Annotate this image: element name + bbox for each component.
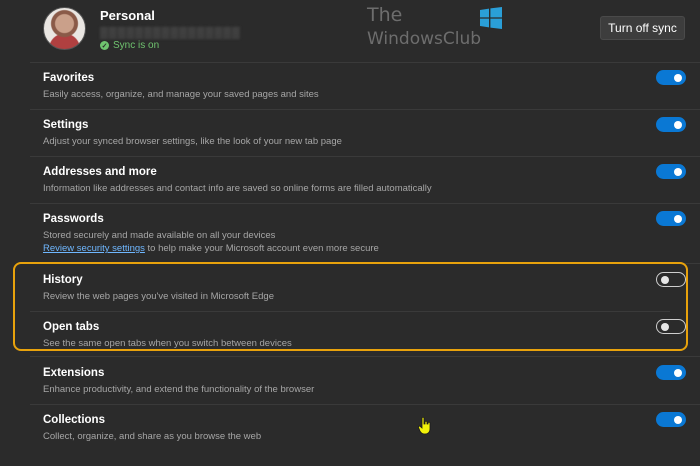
toggle-knob [674, 120, 682, 129]
row-description: Enhance productivity, and extend the fun… [43, 384, 315, 395]
favorites-toggle[interactable] [656, 70, 686, 85]
turn-off-sync-button[interactable]: Turn off sync [600, 16, 685, 40]
toggle-knob [661, 275, 669, 284]
divider [30, 311, 670, 312]
link-suffix-text: to help make your Microsoft account even… [144, 243, 379, 254]
passwords-toggle[interactable] [656, 211, 686, 226]
hand-pointer-icon [418, 417, 431, 435]
divider [30, 109, 700, 110]
divider [30, 356, 700, 357]
toggle-knob [674, 368, 682, 377]
watermark-line1: The [367, 4, 403, 26]
open-tabs-toggle[interactable] [656, 319, 686, 334]
settings-toggle[interactable] [656, 117, 686, 132]
watermark-line2: WindowsClub [367, 29, 482, 49]
check-circle-icon: ✓ [100, 41, 109, 50]
divider [30, 203, 700, 204]
toggle-knob [674, 214, 682, 223]
row-description-line2: Review security settings to help make yo… [43, 243, 379, 254]
addresses-toggle[interactable] [656, 164, 686, 179]
row-description: Information like addresses and contact i… [43, 183, 432, 194]
row-description: See the same open tabs when you switch b… [43, 338, 292, 349]
row-title: History [43, 274, 83, 286]
row-title: Extensions [43, 367, 105, 379]
profile-email: ▒▒▒▒▒▒▒▒▒▒▒▒▒▒▒▒ [100, 27, 241, 39]
row-title: Open tabs [43, 321, 100, 333]
row-title: Settings [43, 119, 89, 131]
toggle-knob [674, 167, 682, 176]
windows-logo-icon [480, 7, 502, 29]
toggle-knob [661, 322, 669, 331]
row-description: Collect, organize, and share as you brow… [43, 431, 262, 442]
sync-status-label: Sync is on [113, 40, 160, 51]
row-description: Stored securely and made available on al… [43, 230, 276, 241]
watermark: The WindowsClub [367, 4, 507, 52]
row-title: Addresses and more [43, 166, 157, 178]
row-description: Review the web pages you've visited in M… [43, 291, 274, 302]
extensions-toggle[interactable] [656, 365, 686, 380]
row-description: Easily access, organize, and manage your… [43, 89, 319, 100]
row-title: Collections [43, 414, 105, 426]
divider [30, 62, 700, 63]
toggle-knob [674, 415, 682, 424]
toggle-knob [674, 73, 682, 82]
history-toggle[interactable] [656, 272, 686, 287]
collections-toggle[interactable] [656, 412, 686, 427]
profile-header: Personal ▒▒▒▒▒▒▒▒▒▒▒▒▒▒▒▒ ✓ Sync is on [43, 7, 603, 55]
review-security-settings-link[interactable]: Review security settings [43, 243, 145, 254]
divider [30, 404, 700, 405]
row-title: Favorites [43, 72, 95, 84]
profile-name: Personal [100, 8, 155, 23]
divider [30, 156, 700, 157]
sync-status: ✓ Sync is on [100, 40, 159, 51]
row-description: Adjust your synced browser settings, lik… [43, 136, 342, 147]
row-title: Passwords [43, 213, 104, 225]
avatar[interactable] [43, 7, 86, 50]
